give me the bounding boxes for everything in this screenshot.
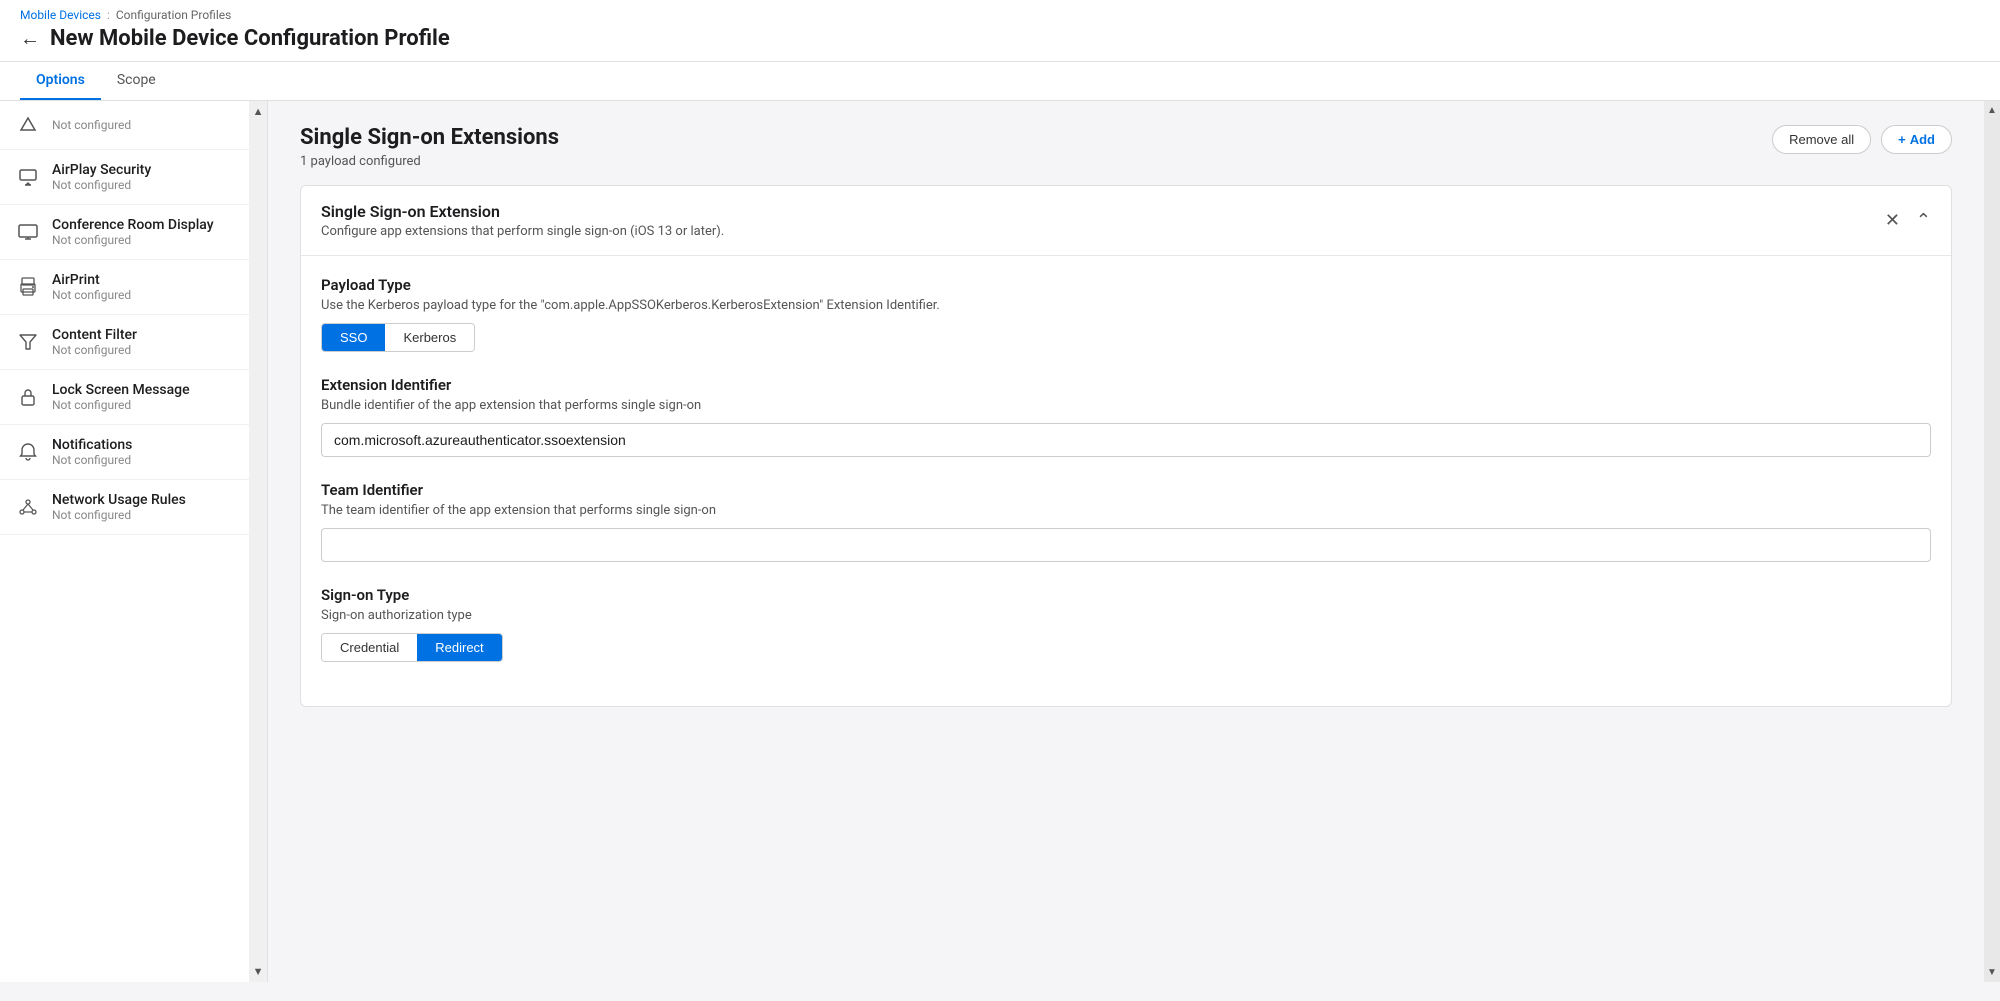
sidebar-item-lock-screen[interactable]: Lock Screen Message Not configured	[0, 370, 249, 425]
team-identifier-label: Team Identifier	[321, 481, 1931, 499]
tab-scope[interactable]: Scope	[101, 62, 172, 100]
sidebar-scroll-down[interactable]: ▼	[249, 961, 268, 982]
triangle-icon	[16, 113, 40, 137]
main-content: Single Sign-on Extensions 1 payload conf…	[268, 101, 1984, 982]
back-button[interactable]: ←	[20, 26, 40, 51]
airplay-icon	[16, 165, 40, 189]
extension-identifier-desc: Bundle identifier of the app extension t…	[321, 398, 1931, 413]
team-identifier-desc: The team identifier of the app extension…	[321, 503, 1931, 518]
remove-all-button[interactable]: Remove all	[1772, 125, 1871, 154]
display-icon	[16, 220, 40, 244]
breadcrumb-current: Configuration Profiles	[116, 8, 231, 22]
payload-type-sso-btn[interactable]: SSO	[322, 324, 385, 351]
card-collapse-button[interactable]: ⌃	[1916, 210, 1931, 231]
page-title-row: ← New Mobile Device Configuration Profil…	[20, 26, 1980, 61]
section-title: Single Sign-on Extensions	[300, 125, 559, 150]
sign-on-type-section: Sign-on Type Sign-on authorization type …	[321, 586, 1931, 662]
header-actions: Remove all + Add	[1772, 125, 1952, 154]
sidebar-item-airprint-label: AirPrint	[52, 272, 131, 288]
network-icon	[16, 495, 40, 519]
sidebar-item-conference[interactable]: Conference Room Display Not configured	[0, 205, 249, 260]
extension-identifier-input[interactable]	[321, 423, 1931, 457]
section-header: Single Sign-on Extensions 1 payload conf…	[268, 101, 1984, 185]
tabs-row: Options Scope	[0, 62, 2000, 101]
sidebar-item-network-sub: Not configured	[52, 508, 186, 522]
add-label: Add	[1910, 132, 1935, 147]
page-title: New Mobile Device Configuration Profile	[50, 26, 450, 51]
payload-type-kerberos-btn[interactable]: Kerberos	[385, 324, 474, 351]
sidebar-item-lock-sub: Not configured	[52, 398, 190, 412]
sidebar-item-lock-label: Lock Screen Message	[52, 382, 190, 398]
main-scroll-up[interactable]: ▲	[1983, 101, 2000, 120]
sidebar-item-conference-sub: Not configured	[52, 233, 214, 247]
sidebar-item-airplay-security[interactable]: AirPlay Security Not configured	[0, 150, 249, 205]
card-close-button[interactable]: ✕	[1885, 210, 1900, 231]
sidebar-item-airprint-sub: Not configured	[52, 288, 131, 302]
add-button[interactable]: + Add	[1881, 125, 1952, 154]
sidebar-item-notifications-sub: Not configured	[52, 453, 132, 467]
sidebar-item-content-filter-label: Content Filter	[52, 327, 137, 343]
filter-icon	[16, 330, 40, 354]
sidebar-item-content-filter-sub: Not configured	[52, 343, 137, 357]
bell-icon	[16, 440, 40, 464]
team-identifier-input[interactable]	[321, 528, 1931, 562]
breadcrumb-sep: :	[107, 8, 110, 22]
sidebar-item-conference-label: Conference Room Display	[52, 217, 214, 233]
payload-type-desc: Use the Kerberos payload type for the "c…	[321, 298, 1931, 313]
team-identifier-section: Team Identifier The team identifier of t…	[321, 481, 1931, 562]
sidebar-item-network-label: Network Usage Rules	[52, 492, 186, 508]
sign-on-credential-btn[interactable]: Credential	[322, 634, 417, 661]
extension-identifier-label: Extension Identifier	[321, 376, 1931, 394]
sidebar-item-airprint[interactable]: AirPrint Not configured	[0, 260, 249, 315]
payload-type-toggle: SSO Kerberos	[321, 323, 475, 352]
card-body: Payload Type Use the Kerberos payload ty…	[301, 256, 1951, 706]
top-bar: Mobile Devices : Configuration Profiles …	[0, 0, 2000, 62]
sidebar-item-network-usage[interactable]: Network Usage Rules Not configured	[0, 480, 249, 535]
card-title: Single Sign-on Extension	[321, 202, 724, 221]
tab-options[interactable]: Options	[20, 62, 101, 100]
lock-icon	[16, 385, 40, 409]
section-subtitle: 1 payload configured	[300, 154, 559, 169]
card-description: Configure app extensions that perform si…	[321, 224, 724, 239]
add-plus-icon: +	[1898, 132, 1906, 147]
main-layout: ▲ ▼ Not configured	[0, 101, 2000, 982]
card-header: Single Sign-on Extension Configure app e…	[301, 186, 1951, 256]
main-scrollbar: ▲ ▼	[1984, 101, 2000, 982]
sso-extension-card: Single Sign-on Extension Configure app e…	[300, 185, 1952, 707]
sidebar-item-airplay-label: AirPlay Security	[52, 162, 151, 178]
breadcrumb: Mobile Devices : Configuration Profiles	[20, 8, 1980, 22]
sign-on-type-desc: Sign-on authorization type	[321, 608, 1931, 623]
sidebar: ▲ ▼ Not configured	[0, 101, 268, 982]
sign-on-type-label: Sign-on Type	[321, 586, 1931, 604]
sign-on-type-toggle: Credential Redirect	[321, 633, 503, 662]
print-icon	[16, 275, 40, 299]
main-scroll-down[interactable]: ▼	[1983, 963, 2000, 982]
payload-type-section: Payload Type Use the Kerberos payload ty…	[321, 276, 1931, 352]
sidebar-item-airplay-sub: Not configured	[52, 178, 151, 192]
sign-on-redirect-btn[interactable]: Redirect	[417, 634, 501, 661]
sidebar-item-prev-sub: Not configured	[52, 118, 131, 132]
breadcrumb-parent[interactable]: Mobile Devices	[20, 8, 101, 22]
payload-type-label: Payload Type	[321, 276, 1931, 294]
extension-identifier-section: Extension Identifier Bundle identifier o…	[321, 376, 1931, 457]
sidebar-item-prev[interactable]: Not configured	[0, 101, 249, 150]
sidebar-item-notifications-label: Notifications	[52, 437, 132, 453]
sidebar-item-notifications[interactable]: Notifications Not configured	[0, 425, 249, 480]
sidebar-item-content-filter[interactable]: Content Filter Not configured	[0, 315, 249, 370]
sidebar-scroll-up[interactable]: ▲	[249, 101, 268, 122]
card-header-actions: ✕ ⌃	[1885, 210, 1931, 231]
